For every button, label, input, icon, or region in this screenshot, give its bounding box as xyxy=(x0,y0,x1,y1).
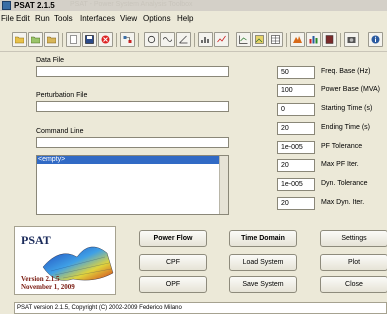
data-file-label: Data File xyxy=(36,57,65,64)
power-flow-button[interactable]: Power Flow xyxy=(139,230,207,247)
data-file-field[interactable] xyxy=(36,66,229,77)
starting-time-field[interactable]: 0 xyxy=(277,103,315,116)
menu-tools[interactable]: Tools xyxy=(54,14,73,23)
save-system-button[interactable]: Save System xyxy=(229,276,297,293)
toolbar-separator xyxy=(286,33,287,47)
line-plot-icon[interactable] xyxy=(214,32,229,47)
dyn-tolerance-label: Dyn. Tolerance xyxy=(321,180,368,187)
max-pf-iter-label: Max PF Iter. xyxy=(321,161,359,168)
power-base-label: Power Base (MVA) xyxy=(321,86,380,93)
pf-tolerance-label: PF Tolerance xyxy=(321,143,363,150)
colored-bars-icon[interactable] xyxy=(306,32,321,47)
bar-chart-icon[interactable] xyxy=(198,32,213,47)
ghost-title: PSAT - Power System Analysis Toolbox xyxy=(70,1,193,8)
freq-base-field[interactable]: 50 xyxy=(277,66,315,79)
menu-help[interactable]: Help xyxy=(177,14,193,23)
opf-button[interactable]: OPF xyxy=(139,276,207,293)
perturbation-file-field[interactable] xyxy=(36,101,229,112)
starting-time-label: Starting Time (s) xyxy=(321,105,373,112)
table-icon[interactable] xyxy=(268,32,283,47)
window-title: PSAT 2.1.5 xyxy=(14,1,55,10)
message-listbox[interactable]: <empty> xyxy=(36,155,229,215)
pf-tolerance-field[interactable]: 1e-005 xyxy=(277,141,315,154)
command-line-field[interactable] xyxy=(36,137,229,148)
status-bar: PSAT version 2.1.5, Copyright (C) 2002-2… xyxy=(14,302,387,314)
settings-button[interactable]: Settings xyxy=(320,230,387,247)
command-line-label: Command Line xyxy=(36,128,84,135)
help-book-icon[interactable] xyxy=(322,32,337,47)
power-base-field[interactable]: 100 xyxy=(277,84,315,97)
ending-time-label: Ending Time (s) xyxy=(321,124,371,131)
list-item[interactable]: <empty> xyxy=(37,156,228,164)
open-folder-icon[interactable] xyxy=(12,32,27,47)
ending-time-field[interactable]: 20 xyxy=(277,122,315,135)
matlab-peaks-icon[interactable] xyxy=(290,32,305,47)
plot-button[interactable]: Plot xyxy=(320,254,387,271)
settings-loop-icon[interactable] xyxy=(144,32,159,47)
toolbar-separator xyxy=(116,33,117,47)
menu-file[interactable]: File xyxy=(1,14,14,23)
save-disk-icon[interactable] xyxy=(82,32,97,47)
menu-edit[interactable]: Edit xyxy=(16,14,30,23)
psat-logo: PSAT Version 2.1.5 November 1, 2009 xyxy=(14,226,116,295)
new-document-icon[interactable] xyxy=(66,32,81,47)
max-dyn-iter-label: Max Dyn. Iter. xyxy=(321,199,365,206)
image-icon[interactable] xyxy=(252,32,267,47)
open-perturbation-icon[interactable] xyxy=(28,32,43,47)
toolbar-separator xyxy=(194,33,195,47)
toolbar-separator xyxy=(138,33,139,47)
title-bar: PSAT 2.1.5 PSAT - Power System Analysis … xyxy=(0,0,387,11)
menu-run[interactable]: Run xyxy=(35,14,50,23)
camera-icon[interactable] xyxy=(344,32,359,47)
logo-title: PSAT xyxy=(21,233,51,247)
info-icon[interactable] xyxy=(368,32,383,47)
app-icon xyxy=(2,1,11,10)
load-system-button[interactable]: Load System xyxy=(229,254,297,271)
listbox-scrollbar[interactable] xyxy=(219,156,228,214)
cpf-button[interactable]: CPF xyxy=(139,254,207,271)
time-domain-button[interactable]: Time Domain xyxy=(229,230,297,247)
toolbar-separator xyxy=(340,33,341,47)
close-button[interactable]: Close xyxy=(320,276,387,293)
menu-bar: File Edit Run Tools Interfaces View Opti… xyxy=(0,12,387,25)
save-grid-icon[interactable] xyxy=(44,32,59,47)
max-dyn-iter-field[interactable]: 20 xyxy=(277,197,315,210)
perturbation-file-label: Perturbation File xyxy=(36,92,88,99)
logo-version: Version 2.1.5 xyxy=(21,275,60,283)
logo-date: November 1, 2009 xyxy=(21,283,75,291)
close-red-icon[interactable] xyxy=(98,32,113,47)
menu-view[interactable]: View xyxy=(120,14,137,23)
simulink-model-icon[interactable] xyxy=(120,32,135,47)
max-pf-iter-field[interactable]: 20 xyxy=(277,159,315,172)
dyn-tolerance-field[interactable]: 1e-005 xyxy=(277,178,315,191)
toolbar xyxy=(0,27,387,52)
xy-plot-icon[interactable] xyxy=(236,32,251,47)
sine-wave-icon[interactable] xyxy=(160,32,175,47)
menu-options[interactable]: Options xyxy=(143,14,171,23)
freq-base-label: Freq. Base (Hz) xyxy=(321,68,371,75)
menu-interfaces[interactable]: Interfaces xyxy=(80,14,115,23)
ramp-plot-icon[interactable] xyxy=(176,32,191,47)
toolbar-separator xyxy=(62,33,63,47)
